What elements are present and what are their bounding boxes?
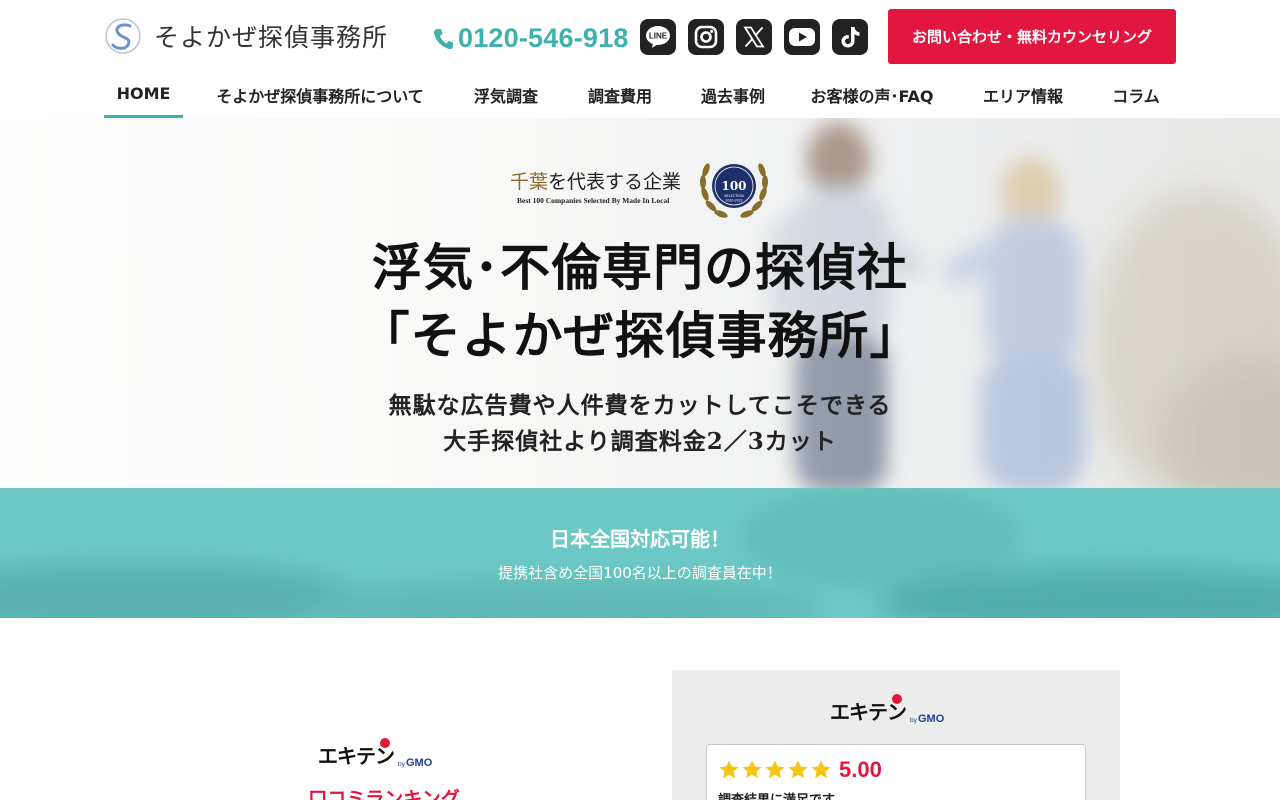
site-header: そよかぜ探偵事務所 0120-546-918 LINE お問い合わせ・無料カウン… [0,0,1280,118]
youtube-icon [789,28,815,46]
ekiten-logo-word: エキテン [830,694,907,725]
ekiten-by-gmo: byGMO [910,713,945,725]
logo-text: そよかぜ探偵事務所 [154,23,389,52]
phone-link[interactable]: 0120-546-918 [433,23,629,54]
nav-item-infidelity-investigation[interactable]: 浮気調査 [466,72,546,118]
tiktok-button[interactable] [832,19,868,55]
band-subtitle: 提携社含め全国100名以上の調査員在中！ [498,564,782,582]
instagram-icon [694,25,718,49]
ranking-title: 口コミランキング [308,788,460,800]
badge-title-accent: 千葉 [510,171,549,193]
hero-section: 千葉を代表する企業 Best 100 Companies Selected By… [0,118,1280,488]
review-card: 5.00 調査結果に満足です。 [706,744,1086,800]
review-text: 調査結果に満足です。 [718,789,847,800]
contact-counseling-button[interactable]: お問い合わせ・無料カウンセリング [888,9,1176,64]
badge-title-rest: を代表する企業 [548,171,682,193]
x-icon [743,26,765,48]
ekiten-logo-left: エキテン byGMO [318,738,433,769]
nav-item-home[interactable]: HOME [104,72,183,118]
tiktok-icon [841,27,860,48]
star-icon [811,760,831,779]
nav-item-area-info[interactable]: エリア情報 [976,72,1070,118]
nav-item-past-cases[interactable]: 過去事例 [693,72,773,118]
hero-content: 千葉を代表する企業 Best 100 Companies Selected By… [0,118,1280,488]
main-nav: HOME そよかぜ探偵事務所について 浮気調査 調査費用 過去事例 お客様の声･… [104,72,1176,118]
line-button[interactable]: LINE [640,19,676,55]
laurel-caption: SELECTION [724,194,744,198]
laurel-years: 2020-2022 [725,199,742,203]
hero-subtitle-line1: 無駄な広告費や人件費をカットしてこそできる [388,392,892,419]
representative-company-badge: 千葉を代表する企業 Best 100 Companies Selected By… [510,167,681,205]
ekiten-logo-word: エキテン [318,738,395,769]
review-panel: エキテン byGMO 5.00 調査結果に満足です。 [672,670,1120,800]
hero-subtitle-line2: 大手探偵社より調査料金2／3カット [443,428,837,455]
band-background-texture [0,488,1280,618]
ekiten-red-dot [380,738,390,748]
x-button[interactable] [736,19,772,55]
hero-title-line2: 「そよかぜ探偵事務所」 [359,306,921,365]
site-logo[interactable]: そよかぜ探偵事務所 [104,17,388,55]
rating-score: 5.00 [839,757,882,782]
star-rating: 5.00 [718,757,882,783]
star-icon [765,760,785,779]
nav-item-voices-faq[interactable]: お客様の声･FAQ [808,72,936,118]
hero-title-line1: 浮気･不倫専門の探偵社 [372,238,908,297]
line-icon: LINE [646,26,670,48]
youtube-button[interactable] [784,19,820,55]
line-icon-label: LINE [649,32,668,41]
laurel-number: 100 [721,179,746,193]
nationwide-band: 日本全国対応可能！ 提携社含め全国100名以上の調査員在中！ [0,488,1280,618]
instagram-button[interactable] [688,19,724,55]
s-swirl-logo-icon [105,18,141,54]
ekiten-red-dot [892,694,902,704]
nav-item-about[interactable]: そよかぜ探偵事務所について [208,72,432,118]
ekiten-logo-right: エキテン byGMO [830,694,945,725]
badge-subtitle: Best 100 Companies Selected By Made In L… [517,196,670,205]
star-icon [719,760,739,779]
band-title: 日本全国対応可能！ [550,527,730,551]
nav-item-column[interactable]: コラム [1103,72,1169,118]
star-icon [742,760,762,779]
phone-icon [433,28,453,49]
laurel-award-icon: 100 SELECTION 2020-2022 [700,163,768,218]
phone-number: 0120-546-918 [458,23,629,53]
ekiten-by-gmo: byGMO [398,757,433,769]
badge-title: 千葉を代表する企業 [510,167,681,194]
nav-item-pricing[interactable]: 調査費用 [580,72,660,118]
star-icon [788,760,808,779]
